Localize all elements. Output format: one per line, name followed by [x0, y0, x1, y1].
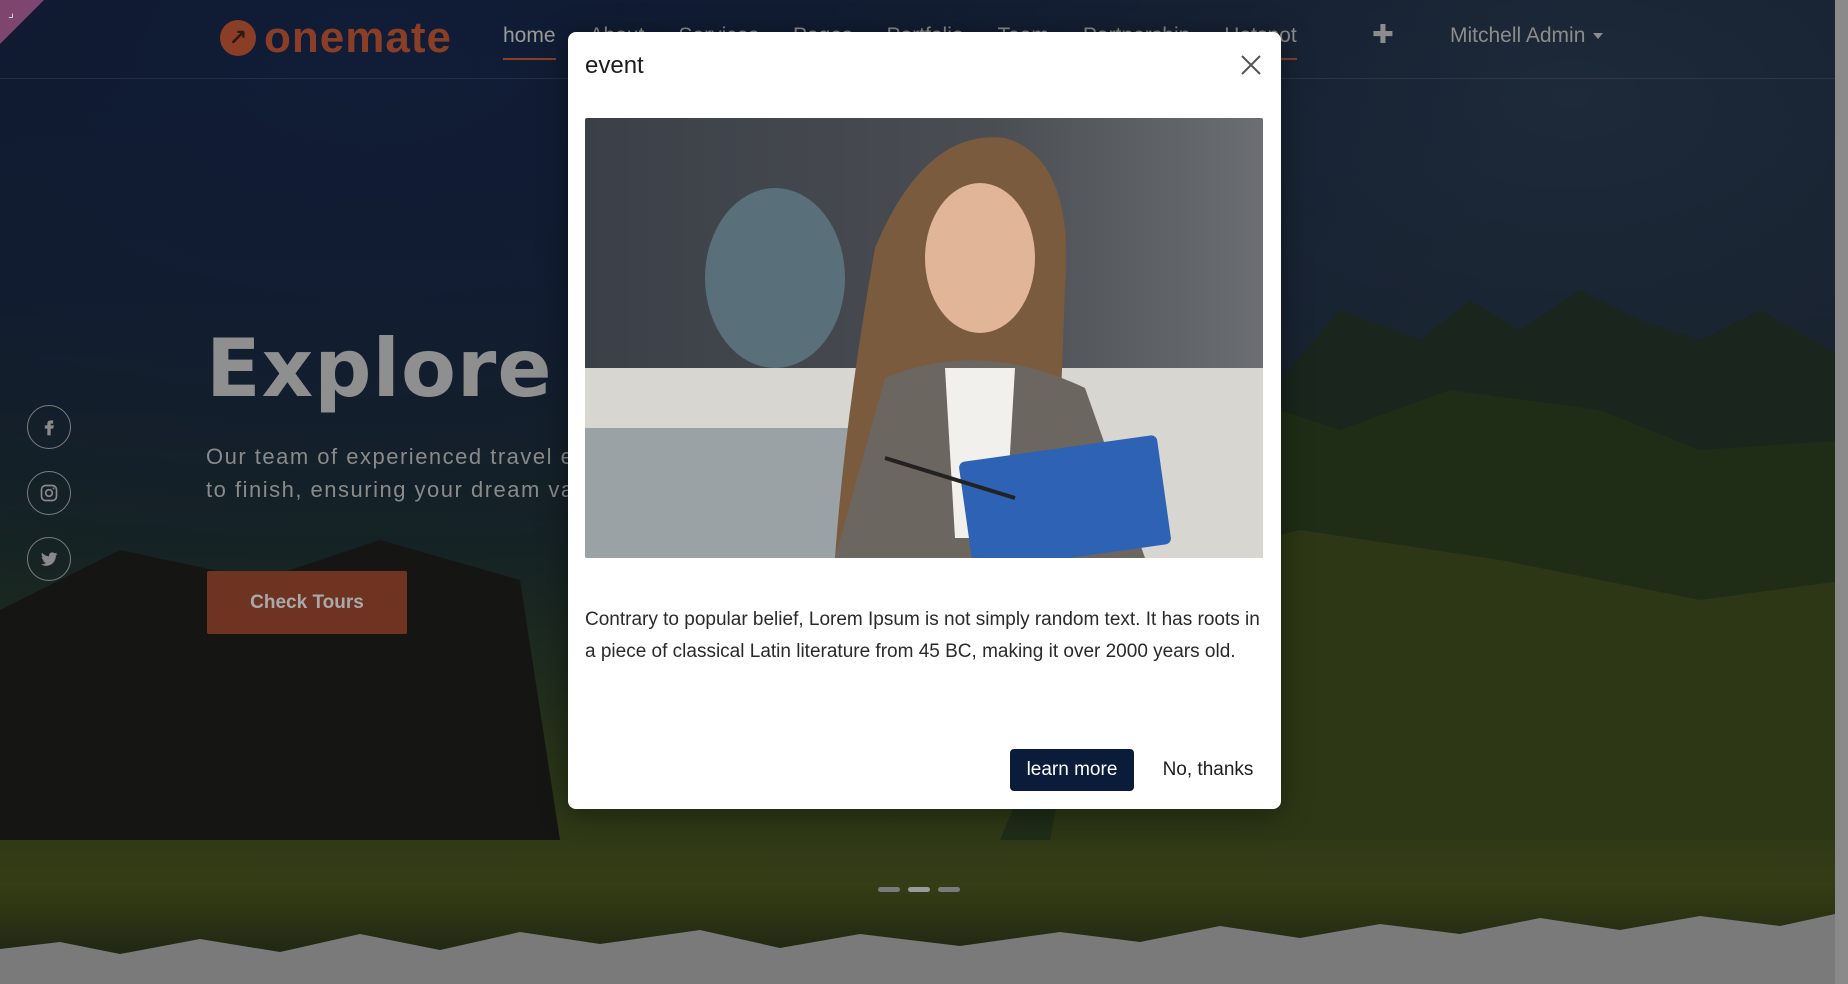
- event-modal: event Contrary to popular belief, Lorem …: [568, 32, 1281, 809]
- caret-down-icon: [1593, 33, 1604, 40]
- facebook-icon[interactable]: [27, 405, 71, 449]
- modal-title: event: [585, 52, 644, 79]
- learn-more-button[interactable]: learn more: [1010, 749, 1134, 791]
- slider-indicators: [878, 887, 960, 892]
- page-scrollbar[interactable]: [1835, 0, 1848, 984]
- instagram-icon[interactable]: [27, 471, 71, 515]
- plus-icon[interactable]: ✚: [1372, 20, 1394, 50]
- user-name: Mitchell Admin: [1450, 24, 1586, 47]
- no-thanks-button[interactable]: No, thanks: [1148, 749, 1268, 791]
- modal-body-text: Contrary to popular belief, Lorem Ipsum …: [585, 609, 1260, 662]
- torn-paper-divider: [0, 914, 1835, 984]
- slide-indicator[interactable]: [878, 887, 900, 892]
- twitter-icon[interactable]: [27, 537, 71, 581]
- slide-indicator-active[interactable]: [908, 887, 930, 892]
- brand-name: onemate: [264, 13, 452, 62]
- slide-indicator[interactable]: [938, 887, 960, 892]
- logo-arrow-icon: ↗: [220, 20, 256, 56]
- brand-logo[interactable]: ↗ onemate: [220, 13, 452, 62]
- check-tours-button[interactable]: Check Tours: [207, 571, 407, 634]
- event-photo: [585, 118, 1263, 558]
- user-menu[interactable]: Mitchell Admin: [1450, 24, 1604, 48]
- close-icon[interactable]: [1240, 54, 1262, 76]
- nav-item-home[interactable]: home: [503, 24, 556, 60]
